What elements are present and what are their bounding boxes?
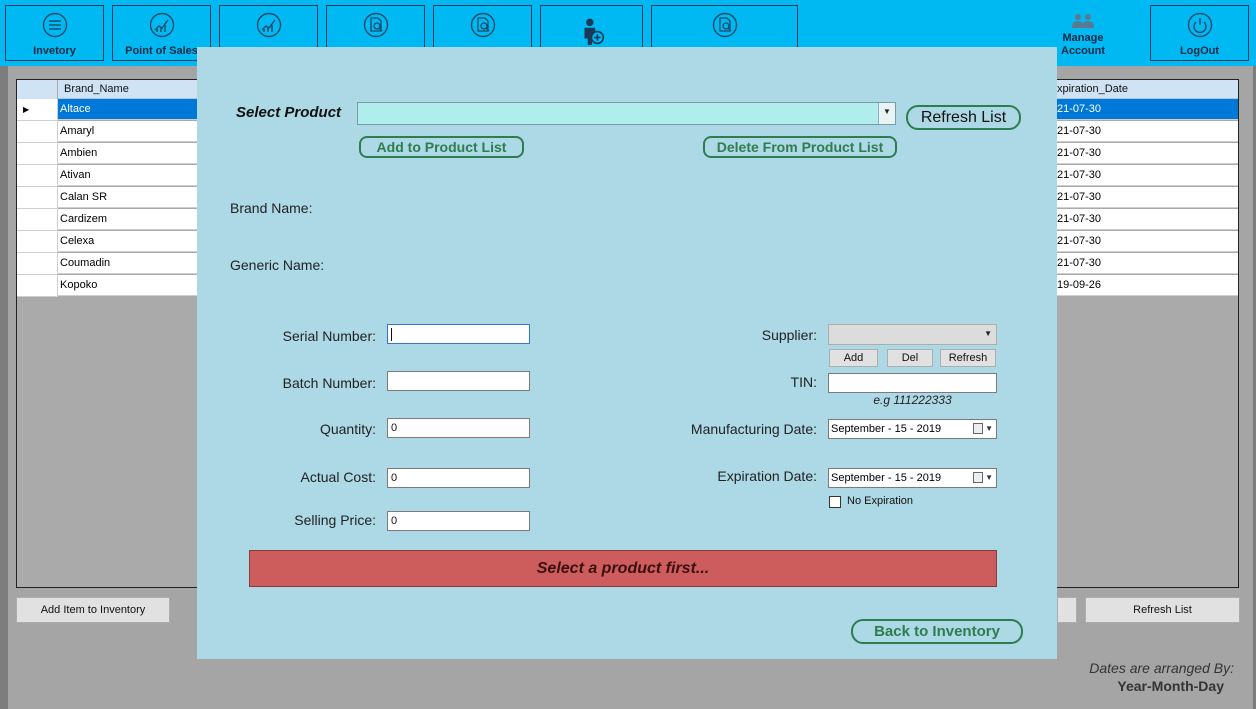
row-header-corner [17,80,57,100]
add-item-to-inventory-button[interactable]: Add Item to Inventory [16,597,170,623]
column-header-brand[interactable]: Brand_Name [58,80,198,99]
logout-label: LogOut [1179,45,1220,57]
expiration-cell[interactable]: 21-07-30 [1057,165,1238,186]
row-selector[interactable] [17,253,58,275]
brand-cell[interactable]: Coumadin [58,253,198,274]
logout-button[interactable]: LogOut [1150,5,1249,61]
expiration-date-picker[interactable]: September - 15 - 2019 ▼ [828,468,997,488]
back-to-inventory-button[interactable]: Back to Inventory [851,619,1023,644]
actual-cost-label: Actual Cost: [300,469,376,485]
supplier-dropdown[interactable]: ▼ [828,324,997,345]
delete-from-product-list-button[interactable]: Delete From Product List [703,136,897,158]
no-expiration-label: No Expiration [847,495,914,507]
expiration-cell[interactable]: 21-07-30 [1057,143,1238,164]
actual-cost-input[interactable]: 0 [387,468,530,488]
select-product-label: Select Product [236,104,342,121]
supplier-label: Supplier: [761,327,817,343]
chevron-down-icon: ▼ [883,107,891,116]
supplier-del-button[interactable]: Del [887,349,933,367]
tin-input[interactable] [828,373,997,393]
current-row-arrow-icon: ▶ [23,105,30,114]
inventory-nav-label: Invetory [33,45,76,57]
expiration-cell[interactable]: 21-07-30 [1057,99,1238,120]
tin-label: TIN: [790,374,817,390]
supplier-refresh-button[interactable]: Refresh [940,349,996,367]
quantity-input[interactable]: 0 [387,418,530,438]
add-product-dialog: Select Product ▼ Refresh List Add to Pro… [197,47,1057,659]
date-format-note: Dates are arranged By: [1089,660,1234,676]
expiration-cell[interactable]: 19-09-26 [1057,275,1238,296]
expiration-date-value: September - 15 - 2019 [831,472,942,484]
refresh-list-button[interactable]: Refresh List [1085,597,1240,623]
chevron-down-icon: ▼ [984,329,992,338]
calendar-icon[interactable] [973,472,983,483]
serial-number-input[interactable] [387,324,530,344]
manage-account-button[interactable]: Manage Account [1050,5,1116,61]
chevron-down-icon: ▼ [985,473,993,482]
row-selector[interactable]: ▶ [17,99,58,121]
column-header-expiration[interactable]: xpiration_Date [1057,80,1238,99]
selling-price-label: Selling Price: [294,512,376,528]
row-selector[interactable] [17,275,58,297]
brand-cell[interactable]: Ativan [58,165,198,186]
row-selector[interactable] [17,143,58,165]
brand-cell[interactable]: Celexa [58,231,198,252]
manufacturing-date-picker[interactable]: September - 15 - 2019 ▼ [828,419,997,439]
brand-cell[interactable]: Ambien [58,143,198,164]
inventory-nav-button[interactable]: Invetory [5,5,104,61]
document-search-icon [470,12,495,38]
expiration-cell[interactable]: 21-07-30 [1057,209,1238,230]
select-product-dropdown[interactable]: ▼ [357,102,896,125]
point-of-sales-nav-label: Point of Sales [125,45,198,57]
no-expiration-checkbox[interactable] [829,496,841,508]
supplier-add-button[interactable]: Add [829,349,878,367]
chart-growth-icon [149,12,174,38]
expiration-cell[interactable]: 21-07-30 [1057,121,1238,142]
row-selector[interactable] [17,121,58,143]
brand-cell[interactable]: Altace [58,99,198,120]
users-icon [1072,14,1094,28]
manufacturing-date-value: September - 15 - 2019 [831,423,942,435]
date-format-value: Year-Month-Day [1117,678,1224,694]
batch-number-input[interactable] [387,371,530,391]
calendar-icon[interactable] [973,423,983,434]
tin-hint: e.g 111222333 [873,393,952,407]
chevron-down-icon: ▼ [985,424,993,433]
refresh-list-pill-button[interactable]: Refresh List [906,105,1021,130]
row-selector[interactable] [17,187,58,209]
add-person-icon [583,18,604,45]
row-selector[interactable] [17,209,58,231]
quantity-label: Quantity: [319,421,376,437]
row-selector[interactable] [17,165,58,187]
brand-cell[interactable]: Cardizem [58,209,198,230]
brand-cell[interactable]: Kopoko [58,275,198,296]
selling-price-input[interactable]: 0 [387,511,530,531]
brand-name-label: Brand Name: [230,200,313,216]
expiration-cell[interactable]: 21-07-30 [1057,231,1238,252]
batch-number-label: Batch Number: [282,375,376,391]
dropdown-button[interactable]: ▼ [878,103,895,124]
manage-account-label: Manage Account [1061,32,1105,57]
warning-banner: Select a product first... [249,550,997,587]
list-icon [42,12,67,38]
document-search-icon [712,12,737,38]
manufacturing-date-label: Manufacturing Date: [690,421,817,437]
brand-cell[interactable]: Calan SR [58,187,198,208]
brand-cell[interactable]: Amaryl [58,121,198,142]
chart-growth-icon [256,12,281,38]
expiration-cell[interactable]: 21-07-30 [1057,253,1238,274]
hidden-button-edge[interactable] [1057,597,1077,623]
add-to-product-list-button[interactable]: Add to Product List [359,136,524,158]
expiration-cell[interactable]: 21-07-30 [1057,187,1238,208]
text-cursor [391,327,392,341]
document-search-icon [363,12,388,38]
row-selector[interactable] [17,231,58,253]
expiration-date-label: Expiration Date: [717,468,817,484]
power-icon [1187,12,1212,38]
serial-number-label: Serial Number: [282,328,376,344]
generic-name-label: Generic Name: [230,257,325,273]
